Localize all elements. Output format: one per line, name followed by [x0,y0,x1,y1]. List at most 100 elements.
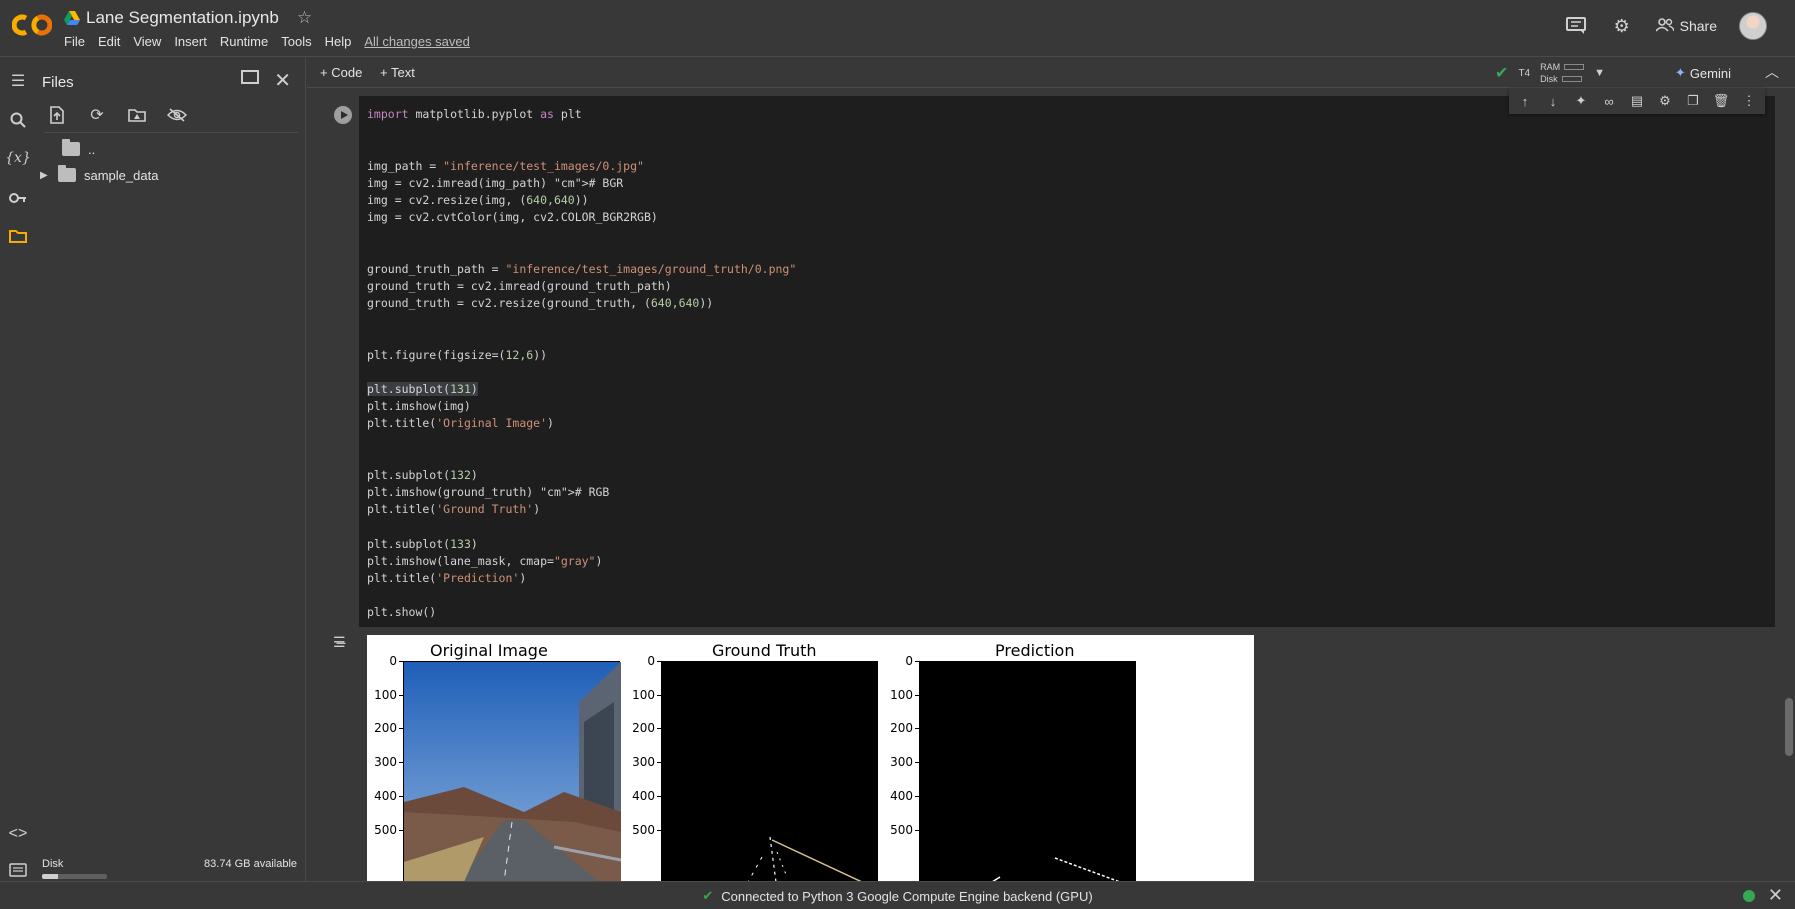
menu-tools[interactable]: Tools [281,34,317,49]
menu-help[interactable]: Help [325,34,358,49]
comments-icon[interactable] [1564,14,1588,38]
secrets-key-icon[interactable] [6,186,30,210]
user-avatar[interactable] [1739,12,1767,40]
colab-logo-icon[interactable] [12,10,52,40]
share-button[interactable]: Share [1655,17,1717,35]
move-down-icon[interactable]: ↓ [1545,93,1561,109]
menu-view[interactable]: View [133,34,167,49]
y-tick-mark [915,829,919,831]
y-tick-label: 500 [374,822,397,837]
y-tick-label: 200 [890,721,913,736]
y-tick-label: 500 [890,822,913,837]
hide-files-icon[interactable] [166,104,188,126]
cell-gutter [327,96,359,627]
chevron-down-icon[interactable]: ▼ [1594,67,1605,79]
y-tick-mark [399,694,403,696]
code-line: img_path = "inference/test_images/0.jpg" [367,158,644,173]
google-drive-icon[interactable] [64,11,80,25]
panel-title-original: Original Image [430,641,548,660]
runtime-resources[interactable]: ✔ T4 RAM Disk ▼ [1495,62,1605,84]
header: Lane Segmentation.ipynb ☆ File Edit View… [0,0,1795,57]
y-tick-label: 400 [890,788,913,803]
add-text-label: Text [390,65,415,80]
y-tick-mark [657,795,661,797]
code-snippets-icon[interactable]: <> [6,822,30,846]
search-icon[interactable] [6,108,30,132]
close-icon[interactable]: ✕ [1768,885,1783,906]
save-status[interactable]: All changes saved [364,34,476,49]
y-tick-mark [657,829,661,831]
run-cell-button[interactable] [334,106,352,124]
gemini-button[interactable]: ✦ Gemini [1675,65,1731,81]
open-in-window-icon[interactable] [241,70,259,84]
menu-runtime[interactable]: Runtime [220,34,274,49]
comment-icon[interactable]: ▤ [1629,93,1645,109]
code-line: plt.show() [367,605,437,620]
y-tick-mark [915,728,919,730]
mount-drive-icon[interactable] [126,104,148,126]
output-options-icon[interactable]: ☰̶ [333,634,346,651]
scrollbar-thumb[interactable] [1785,698,1793,756]
title-row: Lane Segmentation.ipynb ☆ [64,7,312,29]
y-tick-mark [657,661,661,662]
star-icon[interactable]: ☆ [297,8,312,28]
y-tick-label: 300 [890,755,913,770]
delete-icon[interactable]: 🗑 [1713,93,1730,109]
code-line: plt.imshow(img) [367,399,471,414]
move-up-icon[interactable]: ↑ [1517,93,1533,109]
code-line: import matplotlib.pyplot as plt [367,107,582,121]
folder-row-sample-data[interactable]: ▶ sample_data [40,164,158,186]
y-tick-label: 0 [905,654,913,668]
table-of-contents-icon[interactable]: ☰ [6,69,30,93]
add-code-button[interactable]: + Code [320,65,362,80]
code-cell[interactable]: ↑ ↓ ✦ ∞ ▤ ⚙ ❐ 🗑 ⋮ import matplotlib.pypl… [327,88,1775,627]
notebook-title[interactable]: Lane Segmentation.ipynb [86,8,279,28]
upload-icon[interactable] [46,104,68,126]
more-vert-icon[interactable]: ⋮ [1741,93,1757,109]
files-panel: Files ✕ ⟳ .. ▶ sample_data Disk 83.74 GB… [36,58,306,881]
files-folder-icon[interactable] [6,224,30,248]
status-message-text: Connected to Python 3 Google Compute Eng… [721,888,1093,904]
status-bar: ✔ Connected to Python 3 Google Compute E… [0,881,1795,909]
y-tick-mark [399,829,403,831]
settings-gear-icon[interactable]: ⚙ [1657,93,1673,109]
chevron-right-icon[interactable]: ▶ [40,170,50,181]
code-line: plt.title('Ground Truth') [367,502,541,517]
y-tick-label: 200 [632,721,655,736]
resource-bars: RAM Disk [1540,62,1585,84]
menu-insert[interactable]: Insert [174,34,213,49]
code-editor[interactable]: import matplotlib.pyplot as plt img_path … [367,106,796,622]
vertical-scrollbar[interactable] [1783,88,1795,881]
code-line: ground_truth_path = "inference/test_imag… [367,261,797,276]
code-line: ground_truth = cv2.imread(ground_truth_p… [367,278,672,293]
settings-gear-icon[interactable]: ⚙ [1610,14,1634,38]
close-icon[interactable]: ✕ [274,68,291,93]
chevron-up-icon[interactable]: ︿ [1765,62,1779,82]
menu-edit[interactable]: Edit [98,34,126,49]
y-tick-mark [399,728,403,730]
disk-res-bar [1561,76,1582,82]
disk-label: Disk [42,858,64,870]
prediction-mask [992,857,1120,881]
mirror-cell-icon[interactable]: ❐ [1685,93,1701,109]
link-icon[interactable]: ∞ [1601,93,1617,109]
ram-label: RAM [1540,62,1561,72]
y-tick-mark [915,762,919,764]
check-icon: ✔ [1495,65,1509,82]
variables-icon[interactable]: {x} [5,146,31,170]
y-tick-label: 0 [647,654,655,668]
gemini-label: Gemini [1689,65,1731,81]
menu-file[interactable]: File [64,34,91,49]
refresh-icon[interactable]: ⟳ [86,104,108,126]
add-text-button[interactable]: + Text [380,65,415,80]
parent-dir-row[interactable]: .. [62,138,95,160]
code-line: plt.title('Prediction') [367,571,527,586]
gemini-sparkle-icon[interactable]: ✦ [1573,93,1589,109]
files-panel-title: Files [42,74,74,91]
terminal-icon[interactable] [6,858,30,882]
